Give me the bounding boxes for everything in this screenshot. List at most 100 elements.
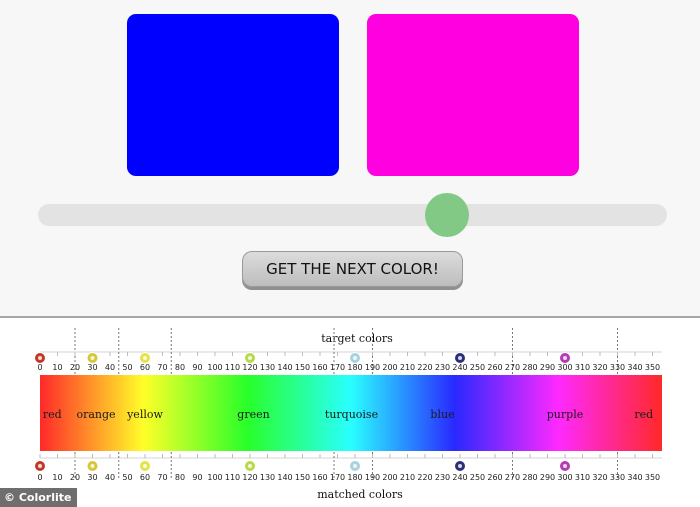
top-scale-tick-label: 40 <box>105 363 115 372</box>
matched-color-marker-center <box>143 464 147 468</box>
top-scale-tick-label: 170 <box>330 363 345 372</box>
bottom-scale-tick-label: 120 <box>242 473 257 482</box>
target-color-marker-center <box>248 356 252 360</box>
bottom-scale-tick-label: 200 <box>382 473 397 482</box>
bottom-scale-tick-label: 350 <box>645 473 660 482</box>
target-color-marker-center <box>563 356 567 360</box>
bottom-scale-tick-label: 260 <box>487 473 502 482</box>
top-scale-tick-label: 150 <box>295 363 310 372</box>
bottom-scale-tick-label: 90 <box>192 473 202 482</box>
top-scale-tick-label: 90 <box>192 363 202 372</box>
bottom-scale-tick-label: 100 <box>207 473 222 482</box>
bottom-scale-tick-label: 70 <box>157 473 167 482</box>
top-scale-tick-label: 20 <box>70 363 80 372</box>
top-scale-tick-label: 230 <box>435 363 450 372</box>
bottom-scale-tick-label: 140 <box>277 473 292 482</box>
target-color-marker-center <box>143 356 147 360</box>
matched-color-marker-center <box>563 464 567 468</box>
bottom-scale-tick-label: 10 <box>52 473 62 482</box>
bottom-scale-tick-label: 40 <box>105 473 115 482</box>
bottom-scale-tick-label: 220 <box>417 473 432 482</box>
hue-name-label: yellow <box>126 408 163 421</box>
top-scale-tick-label: 120 <box>242 363 257 372</box>
bottom-scale-tick-label: 320 <box>592 473 607 482</box>
top-scale-tick-label: 30 <box>87 363 97 372</box>
bottom-scale-tick-label: 170 <box>330 473 345 482</box>
bottom-scale-tick-label: 300 <box>557 473 572 482</box>
bottom-scale-tick-label: 150 <box>295 473 310 482</box>
top-scale-tick-label: 180 <box>347 363 362 372</box>
top-scale-tick-label: 350 <box>645 363 660 372</box>
bottom-scale-tick-label: 50 <box>122 473 132 482</box>
bottom-scale-tick-label: 0 <box>37 473 42 482</box>
hue-slider-track[interactable] <box>38 204 667 226</box>
top-scale-tick-label: 330 <box>610 363 625 372</box>
bottom-scale-tick-label: 180 <box>347 473 362 482</box>
top-scale-tick-label: 260 <box>487 363 502 372</box>
hue-name-label: blue <box>430 408 454 421</box>
hue-name-label: red <box>43 408 62 421</box>
target-colors-title: target colors <box>321 332 393 345</box>
top-scale-tick-label: 60 <box>140 363 150 372</box>
target-color-marker-center <box>353 356 357 360</box>
top-scale-tick-label: 310 <box>575 363 590 372</box>
top-scale-tick-label: 160 <box>312 363 327 372</box>
bottom-scale-tick-label: 80 <box>175 473 185 482</box>
top-scale-tick-label: 70 <box>157 363 167 372</box>
target-color-marker-center <box>458 356 462 360</box>
matched-color-marker-center <box>353 464 357 468</box>
get-next-color-button[interactable]: GET THE NEXT COLOR! <box>242 251 463 287</box>
bottom-scale-tick-label: 20 <box>70 473 80 482</box>
bottom-scale-tick-label: 280 <box>522 473 537 482</box>
top-scale-tick-label: 280 <box>522 363 537 372</box>
top-scale-tick-label: 10 <box>52 363 62 372</box>
bottom-scale-tick-label: 290 <box>540 473 555 482</box>
target-color-marker-center <box>38 356 42 360</box>
hue-name-label: purple <box>547 408 583 421</box>
bottom-scale-tick-label: 60 <box>140 473 150 482</box>
hue-legend-chart: target colors matched colors 0 10 20 30 40 50… <box>34 328 662 501</box>
top-scale-tick-label: 270 <box>505 363 520 372</box>
target-color-marker-center <box>90 356 95 360</box>
colorlite-watermark: © Colorlite <box>0 488 78 507</box>
bottom-scale-tick-label: 210 <box>400 473 415 482</box>
matched-color-marker-center <box>458 464 462 468</box>
top-scale-tick-label: 140 <box>277 363 292 372</box>
hue-name-label: red <box>634 408 653 421</box>
top-scale-tick-label: 250 <box>470 363 485 372</box>
top-scale-tick-label: 300 <box>557 363 572 372</box>
matched-color-marker-center <box>90 464 95 468</box>
top-scale-tick-label: 290 <box>540 363 555 372</box>
bottom-scale-tick-label: 30 <box>87 473 97 482</box>
hue-name-label: turquoise <box>325 408 378 421</box>
top-scale-tick-label: 100 <box>207 363 222 372</box>
top-scale-tick-label: 210 <box>400 363 415 372</box>
hue-name-label: orange <box>76 408 115 421</box>
top-scale-tick-label: 80 <box>175 363 185 372</box>
top-scale-tick-label: 0 <box>37 363 42 372</box>
top-scale-tick-label: 190 <box>365 363 380 372</box>
bottom-scale-tick-label: 160 <box>312 473 327 482</box>
top-scale-tick-label: 320 <box>592 363 607 372</box>
bottom-scale-tick-label: 110 <box>225 473 240 482</box>
hue-slider-thumb[interactable] <box>424 193 469 237</box>
bottom-scale-tick-label: 190 <box>365 473 380 482</box>
hue-name-label: green <box>237 408 269 421</box>
bottom-scale-tick-label: 130 <box>260 473 275 482</box>
top-scale-tick-label: 220 <box>417 363 432 372</box>
top-scale-tick-label: 240 <box>452 363 467 372</box>
bottom-scale-tick-label: 250 <box>470 473 485 482</box>
top-scale-tick-label: 340 <box>627 363 642 372</box>
matched-color-swatch <box>367 14 579 176</box>
bottom-scale-tick-label: 270 <box>505 473 520 482</box>
bottom-scale-tick-label: 310 <box>575 473 590 482</box>
bottom-scale-tick-label: 230 <box>435 473 450 482</box>
top-scale-tick-label: 200 <box>382 363 397 372</box>
matched-color-marker-center <box>38 464 42 468</box>
top-scale-tick-label: 110 <box>225 363 240 372</box>
target-color-swatch <box>127 14 339 176</box>
game-panel: GET THE NEXT COLOR! <box>0 0 700 316</box>
top-scale-tick-label: 50 <box>122 363 132 372</box>
matched-colors-title: matched colors <box>317 488 403 501</box>
bottom-scale-tick-label: 340 <box>627 473 642 482</box>
